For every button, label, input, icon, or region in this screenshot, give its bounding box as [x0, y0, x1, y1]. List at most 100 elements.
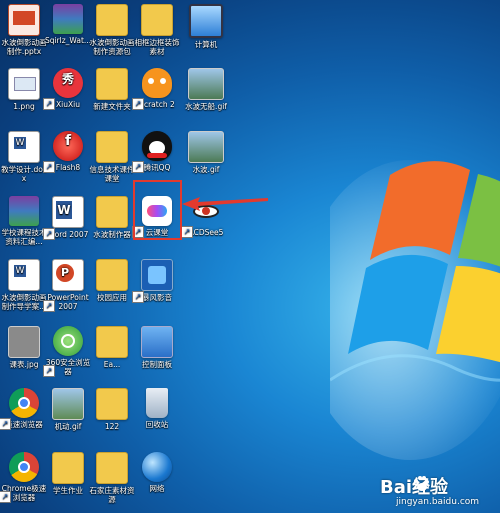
winrar-archive-icon	[9, 196, 39, 226]
icon-label: 信息技术课件课堂	[89, 165, 135, 183]
icon-label: Sqirlz_Wat...	[44, 36, 92, 45]
desktop-icon-gif-water[interactable]: 水波.gif	[182, 131, 230, 174]
icon-label: 控制面板	[142, 360, 172, 369]
desktop-icon-materials[interactable]: 石家庄素材资源	[88, 452, 136, 504]
icon-label: 学生作业	[53, 486, 83, 495]
doc-file-icon: W	[8, 259, 40, 291]
icon-label: XiuXiu	[56, 100, 80, 109]
icon-label: 回收站	[145, 420, 169, 429]
icon-label: Scratch 2	[139, 100, 175, 109]
folder-icon	[96, 68, 128, 100]
flash-app-icon: f	[53, 131, 83, 161]
icon-label: 水波倒影动画制作资源包	[89, 38, 135, 56]
icon-label: 新建文件夹	[93, 102, 131, 111]
network-globe-icon	[142, 452, 172, 482]
gif-image-icon	[52, 388, 84, 420]
recycle-bin-icon	[146, 388, 168, 418]
desktop-icon-xiuxiu[interactable]: 秀 XiuXiu	[43, 68, 92, 110]
folder-icon	[96, 259, 128, 291]
desktop-icon-frames[interactable]: 相框边框装饰素材	[133, 4, 181, 56]
icon-label: 机动.gif	[54, 422, 82, 431]
desktop: 水波倒影动画制作.pptx 1.png W 教学设计.docx 学校课程技术资料…	[0, 0, 500, 513]
desktop-icon-water-maker[interactable]: 水波制作器	[88, 196, 136, 239]
desktop-icon-gif-jidong[interactable]: 机动.gif	[44, 388, 92, 431]
powerpoint-app-icon: P	[52, 259, 84, 291]
desktop-icon-new-folder[interactable]: 新建文件夹	[88, 68, 136, 111]
icon-label: 网络	[149, 484, 165, 493]
360-browser-icon	[53, 326, 83, 356]
icon-label: 水波.gif	[192, 165, 220, 174]
icon-label: ACDSee5	[188, 228, 224, 237]
folder-icon	[96, 196, 128, 228]
watermark-url: jingyan.baidu.com	[396, 497, 480, 507]
red-arrow-icon	[182, 197, 268, 211]
folder-icon	[52, 452, 84, 484]
windows-logo	[330, 160, 500, 460]
desktop-icon-ea[interactable]: Ea...	[88, 326, 136, 369]
icon-label: 水波无船.gif	[185, 102, 227, 111]
chrome-icon	[9, 388, 39, 418]
desktop-icon-word2007[interactable]: W Word 2007	[43, 196, 92, 240]
folder-icon	[96, 326, 128, 358]
desktop-icon-gif-noboat[interactable]: 水波无船.gif	[182, 68, 230, 111]
desktop-icon-flash8[interactable]: f Flash8	[43, 131, 92, 173]
control-panel-icon	[141, 326, 173, 358]
icon-label: 暴风影音	[142, 293, 172, 302]
icon-label: 1.png	[13, 102, 35, 111]
scratch-cat-icon	[142, 68, 172, 98]
jpg-image-icon	[8, 326, 40, 358]
desktop-icon-control-panel[interactable]: 控制面板	[133, 326, 181, 369]
icon-label: Ea...	[103, 360, 121, 369]
icon-label: 学校课程技术资料汇编...	[1, 228, 47, 246]
desktop-icon-360[interactable]: 360安全浏览器	[43, 326, 92, 377]
desktop-icon-browser[interactable]: 极速浏览器	[0, 388, 48, 430]
icon-label: Chrome极速浏览器	[1, 484, 47, 502]
icon-label: 计算机	[194, 40, 218, 49]
winrar-archive-icon	[53, 4, 83, 34]
icon-label: 教学设计.docx	[1, 165, 47, 183]
desktop-icon-it-courseware[interactable]: 信息技术课件课堂	[88, 131, 136, 183]
desktop-icon-resource-pack[interactable]: 水波倒影动画制作资源包	[88, 4, 136, 56]
desktop-icon-powerpoint2007[interactable]: P PowerPoint 2007	[43, 259, 92, 312]
desktop-icon-jpg[interactable]: 课表.jpg	[0, 326, 48, 369]
folder-icon	[96, 4, 128, 36]
icon-label: 课表.jpg	[9, 360, 39, 369]
desktop-icon-doc[interactable]: W 水波倒影动画制作导学案...	[0, 259, 48, 311]
desktop-icon-rar[interactable]: 学校课程技术资料汇编...	[0, 196, 48, 246]
desktop-icon-sqirlz[interactable]: Sqirlz_Wat...	[44, 4, 92, 45]
icon-label: 水波倒影动画制作导学案...	[1, 293, 47, 311]
icon-label: 水波倒影动画制作.pptx	[1, 38, 47, 56]
desktop-icon-student-work[interactable]: 学生作业	[44, 452, 92, 495]
xiuxiu-app-icon: 秀	[53, 68, 83, 98]
icon-label: 校园应用	[97, 293, 127, 302]
desktop-icon-scratch[interactable]: Scratch 2	[132, 68, 181, 110]
folder-icon	[96, 388, 128, 420]
docx-file-icon: W	[8, 131, 40, 163]
desktop-icon-png[interactable]: 1.png	[0, 68, 48, 111]
desktop-icon-pptx[interactable]: 水波倒影动画制作.pptx	[0, 4, 48, 56]
chrome-icon	[9, 452, 39, 482]
desktop-icon-qq[interactable]: 腾讯QQ	[132, 131, 181, 173]
desktop-icon-122[interactable]: 122	[88, 388, 136, 431]
pptx-file-icon	[8, 4, 40, 36]
desktop-icon-computer[interactable]: 计算机	[182, 4, 230, 49]
highlight-box	[133, 180, 182, 240]
folder-icon	[96, 131, 128, 163]
baidu-jingyan-watermark: Bai经验 jingyan.baidu.com	[374, 473, 494, 509]
icon-label: 极速浏览器	[5, 420, 43, 429]
storm-player-icon	[141, 259, 173, 291]
gif-image-icon	[188, 131, 224, 163]
icon-label: 水波制作器	[93, 230, 131, 239]
desktop-icon-campus-apps[interactable]: 校园应用	[88, 259, 136, 302]
desktop-icon-storm[interactable]: 暴风影音	[132, 259, 181, 303]
desktop-icon-network[interactable]: 网络	[133, 452, 181, 493]
desktop-icon-recycle-bin[interactable]: 回收站	[133, 388, 181, 429]
icon-label: PowerPoint 2007	[47, 293, 89, 311]
desktop-icon-chrome[interactable]: Chrome极速浏览器	[0, 452, 48, 503]
icon-label: Flash8	[55, 163, 81, 172]
icon-label: 122	[104, 422, 120, 431]
desktop-icon-docx[interactable]: W 教学设计.docx	[0, 131, 48, 183]
png-file-icon	[8, 68, 40, 100]
computer-icon	[189, 4, 223, 38]
qq-penguin-icon	[142, 131, 172, 161]
